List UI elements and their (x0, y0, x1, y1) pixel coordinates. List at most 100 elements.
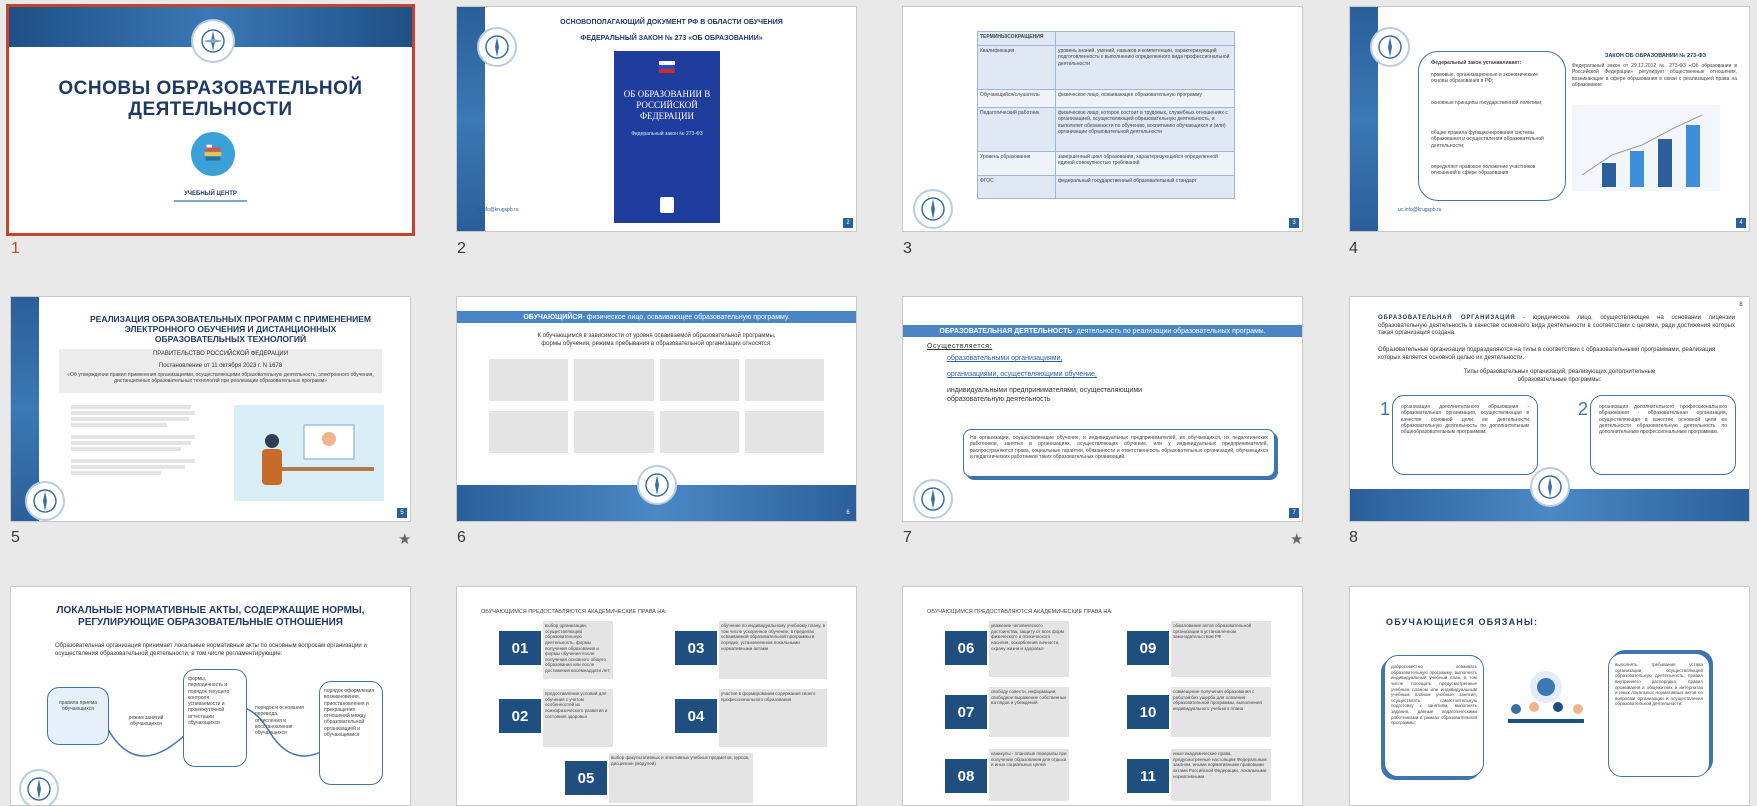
slide-thumbnail-1[interactable]: ОСНОВЫ ОБРАЗОВАТЕЛЬНОЙ ДЕЯТЕЛЬНОСТИ УЧЕБ… (6, 4, 415, 236)
card-text: организация дополнительного образования … (1401, 404, 1529, 435)
list-item (574, 359, 654, 401)
table-cell-def (1056, 32, 1234, 45)
card-number: 06 (945, 631, 987, 665)
decree-panel: ПРАВИТЕЛЬСТВО РОССИЙСКОЙ ФЕДЕРАЦИИ Поста… (59, 349, 382, 393)
table-cell-def: физическое лицо, осваивающее образовател… (1058, 92, 1203, 98)
slide-header: ОБУЧАЮЩИМСЯ ПРЕДОСТАВЛЯЮТСЯ АКАДЕМИЧЕСКИ… (927, 609, 1113, 615)
item-text: правила приема обучающихся (58, 700, 98, 713)
term-definition: - деятельность по реализации образовател… (1072, 327, 1266, 335)
list-item: правила приема обучающихся (47, 687, 109, 745)
list-item: определяет правовое положение участников… (1431, 164, 1536, 177)
org-type-card: организация дополнительного образования … (1392, 395, 1538, 475)
team-illustration (1494, 657, 1598, 753)
slide-thumbnail-5[interactable]: РЕАЛИЗАЦИЯ ОБРАЗОВАТЕЛЬНЫХ ПРОГРАММ С ПР… (10, 296, 411, 522)
card-text: обучение по индивидуальному учебному пла… (721, 623, 825, 651)
slide-thumbnail-4[interactable]: Федеральный закон устанавливает: правовы… (1349, 6, 1750, 232)
item-text: порядок оформления возникновения, приост… (324, 688, 375, 738)
type-number: 2 (1578, 399, 1589, 419)
slide-thumbnail-10[interactable]: ОБУЧАЮЩИМСЯ ПРЕДОСТАВЛЯЮТСЯ АКАДЕМИЧЕСКИ… (456, 586, 857, 806)
card-number: 01 (499, 631, 541, 665)
compass-emblem-icon (1530, 467, 1570, 507)
table-cell-term: Обучающийся/слушатель (978, 90, 1056, 107)
org-type-card: организация дополнительного профессионал… (1590, 395, 1736, 475)
slide-number-8: 8 (1349, 529, 1358, 546)
types-paragraph: Образовательные организации подразделяют… (1378, 347, 1716, 361)
slide-thumbnail-2[interactable]: ОСНОВОПОЛАГАЮЩИЙ ДОКУМЕНТ РФ В ОБЛАСТИ О… (456, 6, 857, 232)
card-text: иные академические права, предусмотренны… (1173, 751, 1267, 779)
stairs-illustration (1572, 105, 1720, 191)
list-item: основные принципы государственной полити… (1431, 100, 1543, 106)
right-card: обжалование актов образовательной органи… (1171, 621, 1271, 677)
bullet-text-block (71, 403, 201, 477)
card-text: совмещение получения образования с работ… (1173, 689, 1262, 711)
slide-thumbnail-8[interactable]: ОБРАЗОВАТЕЛЬНАЯ ОРГАНИЗАЦИЯ - юридическо… (1349, 296, 1750, 522)
definition-bar: ОБУЧАЮЩИЙСЯ - физическое лицо, осваивающ… (457, 311, 856, 323)
right-card: иные академические права, предусмотренны… (1171, 749, 1271, 801)
right-card: совмещение получения образования с работ… (1171, 687, 1271, 737)
card-text: каникулы - плановые перерывы при получен… (991, 751, 1067, 768)
student-types-grid (489, 359, 824, 453)
card-number: 04 (675, 699, 717, 733)
slide-number-7: 7 (903, 529, 912, 546)
list-item (489, 359, 569, 401)
list-item: порядок оформления возникновения, приост… (319, 681, 383, 785)
list-item: организациями, осуществляющими обучение, (947, 371, 1097, 378)
book-subtitle: Федеральный закон № 273-ФЗ (631, 131, 703, 137)
item-text: формы, периодичность и порядок текущего … (188, 676, 230, 726)
contact-email: uc.info@krugspb.ru (1398, 207, 1442, 213)
compass-emblem-icon (913, 189, 953, 229)
card-number: 08 (945, 759, 987, 793)
compass-emblem-icon (191, 19, 235, 63)
card-number: 07 (945, 695, 987, 729)
law-title: ЗАКОН ОБ ОБРАЗОВАНИИ № 273-ФЗ (1604, 53, 1707, 59)
publisher-logo (660, 197, 674, 213)
term-definition: - физическое лицо, осваивающее образоват… (582, 313, 790, 321)
compass-emblem-icon (19, 769, 59, 805)
page-number-badge: 7 (1289, 508, 1299, 518)
right-card: выбор факультативных и элективных учебны… (609, 753, 753, 803)
list-item: образовательными организациями, (947, 355, 1063, 362)
table-row: Уровень образования завершенный цикл обр… (978, 152, 1234, 176)
card-number: 02 (499, 699, 541, 733)
note-text: На организации, осуществляющие обучение,… (970, 435, 1268, 460)
law-provisions-box: Федеральный закон устанавливает: правовы… (1418, 51, 1566, 201)
intro-text: К обучающимся в зависимости от уровня ос… (537, 333, 776, 347)
slide-thumbnail-6[interactable]: ОБУЧАЮЩИЙСЯ - физическое лицо, осваивающ… (456, 296, 857, 522)
slide-thumbnail-3[interactable]: ТЕРМИНЫ/СОКРАЩЕНИЯ Квалификация уровень … (902, 6, 1303, 232)
slide-number-2: 2 (457, 240, 466, 257)
org-definition: ОБРАЗОВАТЕЛЬНАЯ ОРГАНИЗАЦИЯ - юридическо… (1378, 315, 1735, 338)
page-number-badge: 2 (843, 218, 853, 228)
list-item (659, 359, 739, 401)
table-cell-def: физическое лицо, которое состоит в трудо… (1058, 110, 1228, 135)
term-bold: ОБРАЗОВАТЕЛЬНАЯ ОРГАНИЗАЦИЯ (1378, 315, 1516, 321)
slide-thumbnail-9[interactable]: ЛОКАЛЬНЫЕ НОРМАТИВНЫЕ АКТЫ, СОДЕРЖАЩИЕ Н… (10, 586, 411, 806)
card-number: 03 (675, 631, 717, 665)
contact-email: uc.info@krugspb.ru (475, 207, 519, 213)
box-title: Федеральный закон устанавливает: (1431, 60, 1522, 66)
book-title: ОБ ОБРАЗОВАНИИ В РОССИЙСКОЙ ФЕДЕРАЦИИ (623, 89, 711, 121)
lead-text: Осуществляется: (927, 343, 993, 350)
list-item (659, 411, 739, 453)
slide-thumbnail-11[interactable]: ОБУЧАЮЩИМСЯ ПРЕДОСТАВЛЯЮТСЯ АКАДЕМИЧЕСКИ… (902, 586, 1303, 806)
books-icon (191, 132, 235, 176)
terms-table: ТЕРМИНЫ/СОКРАЩЕНИЯ Квалификация уровень … (977, 31, 1235, 199)
list-item (744, 411, 824, 453)
card-text: участие в формировании содержания своего… (721, 691, 816, 702)
slide-title-line2: ФЕДЕРАЛЬНЫЙ ЗАКОН № 273 «ОБ ОБРАЗОВАНИИ» (580, 35, 763, 42)
card-text: выполнять требования устава организации,… (1615, 662, 1703, 707)
list-item (489, 411, 569, 453)
table-row: ФГОС федеральный государственный образов… (978, 176, 1234, 198)
animation-star-icon[interactable]: ★ (398, 530, 411, 548)
right-card: предоставление условий для обучения с уч… (543, 689, 613, 747)
types-subheading: Типы образовательных организаций, реализ… (1463, 369, 1656, 383)
slide-thumbnail-12[interactable]: ОБУЧАЮЩИЕСЯ ОБЯЗАНЫ: добросовестно осваи… (1349, 586, 1750, 806)
table-cell-term: Педагогический работник (978, 108, 1056, 151)
table-cell-def: федеральный государственный образователь… (1058, 178, 1197, 184)
compass-emblem-icon (1370, 27, 1410, 67)
animation-star-icon[interactable]: ★ (1290, 530, 1303, 548)
slide-thumbnail-7[interactable]: ОБРАЗОВАТЕЛЬНАЯ ДЕЯТЕЛЬНОСТЬ - деятельно… (902, 296, 1303, 522)
law-description: Федеральный закон от 29.12.2012 № 273-ФЗ… (1572, 63, 1737, 88)
card-text: свободу совести, информации, свободное в… (991, 689, 1067, 706)
right-card: обучение по индивидуальному учебному пла… (719, 621, 827, 679)
page-number-badge: 3 (1289, 218, 1299, 228)
